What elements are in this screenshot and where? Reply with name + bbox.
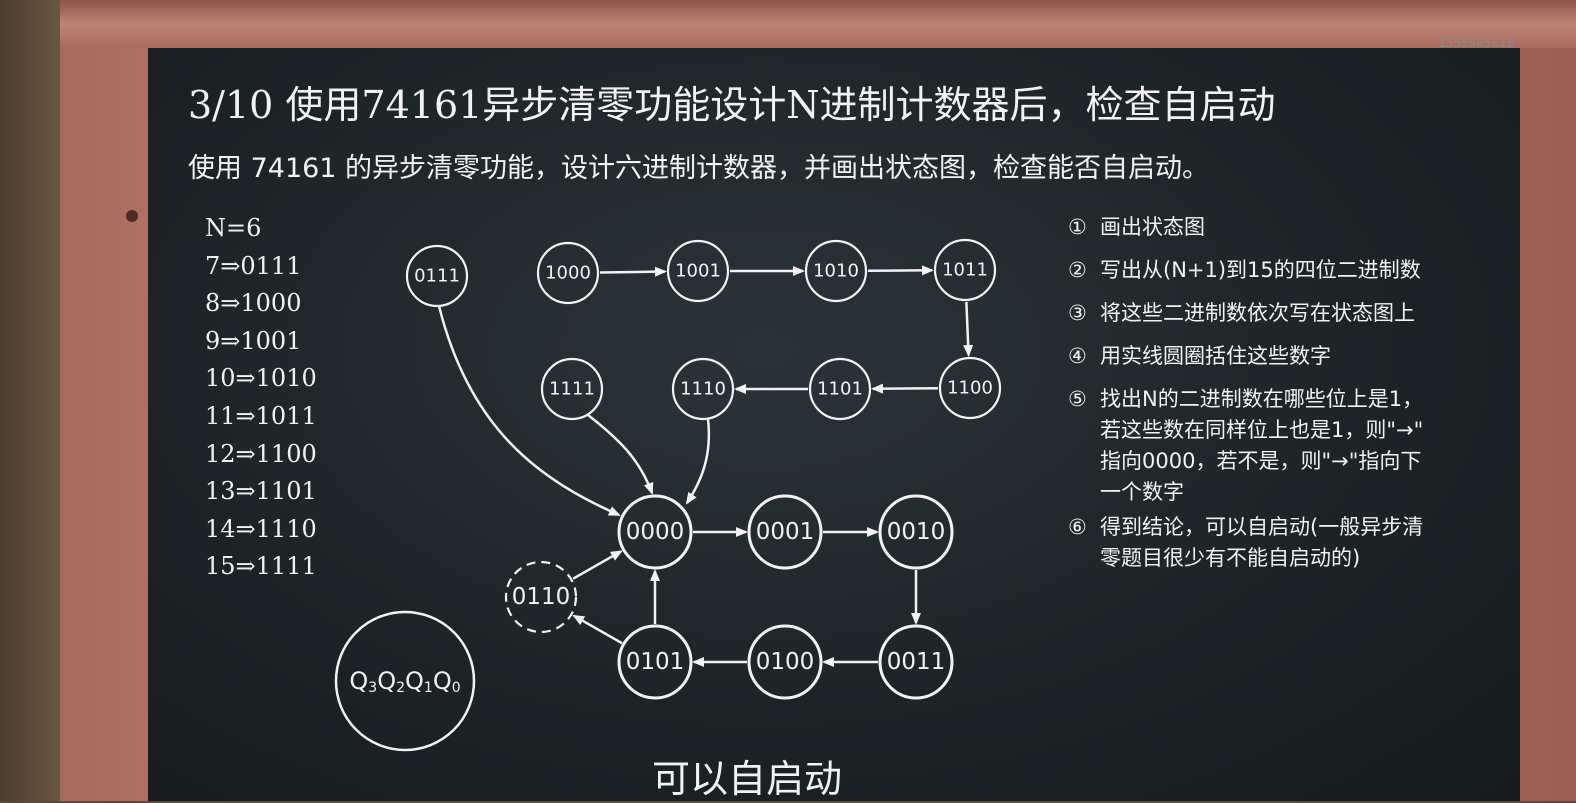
state-node-0011: 0011	[880, 626, 952, 698]
state-node-1101: 1101	[810, 359, 870, 419]
state-label: 1110	[680, 379, 726, 400]
conclusion-text: 可以自启动	[652, 748, 842, 803]
state-label: 1000	[545, 263, 591, 284]
state-legend: Q3Q2Q1Q0	[336, 612, 474, 750]
state-label: 0101	[626, 649, 685, 675]
transition-arrow	[574, 616, 622, 643]
state-label: 1100	[947, 378, 993, 399]
state-node-1011: 1011	[935, 240, 995, 300]
state-label: 0011	[887, 649, 946, 675]
legend-label: Q3Q2Q1Q0	[349, 667, 460, 696]
state-label: 0100	[756, 649, 815, 675]
state-label: 0010	[887, 519, 946, 545]
state-label: 1010	[813, 261, 859, 282]
state-label: 0111	[414, 266, 460, 287]
state-label: 1001	[675, 261, 721, 282]
state-node-1110: 1110	[673, 359, 733, 419]
state-node-0100: 0100	[749, 626, 821, 698]
state-label: 1101	[817, 379, 863, 400]
state-label: 1011	[942, 260, 988, 281]
transition-arrow	[588, 415, 652, 493]
state-node-0101: 0101	[619, 626, 691, 698]
transition-arrow	[966, 302, 968, 355]
state-diagram: 0111 1000 1001 1010 1011 1111 1110 1101 1100 0000…	[0, 0, 1576, 801]
transition-arrow	[600, 272, 665, 273]
transition-arrow	[573, 551, 621, 578]
state-node-0111: 0111	[407, 246, 467, 306]
state-label: 0000	[626, 519, 685, 545]
state-node-1111: 1111	[542, 359, 602, 419]
transition-arrow	[873, 388, 938, 389]
state-label: 0001	[756, 519, 815, 545]
state-label: 1111	[549, 379, 595, 400]
state-node-0001: 0001	[749, 496, 821, 568]
state-node-0110: 0110	[506, 562, 576, 632]
state-node-1100: 1100	[940, 358, 1000, 418]
state-label: 0110	[512, 584, 571, 610]
state-node-0000: 0000	[619, 496, 691, 568]
state-node-1001: 1001	[668, 241, 728, 301]
state-node-1010: 1010	[806, 241, 866, 301]
state-node-1000: 1000	[538, 243, 598, 303]
transition-arrow	[687, 419, 709, 503]
state-node-0010: 0010	[880, 496, 952, 568]
